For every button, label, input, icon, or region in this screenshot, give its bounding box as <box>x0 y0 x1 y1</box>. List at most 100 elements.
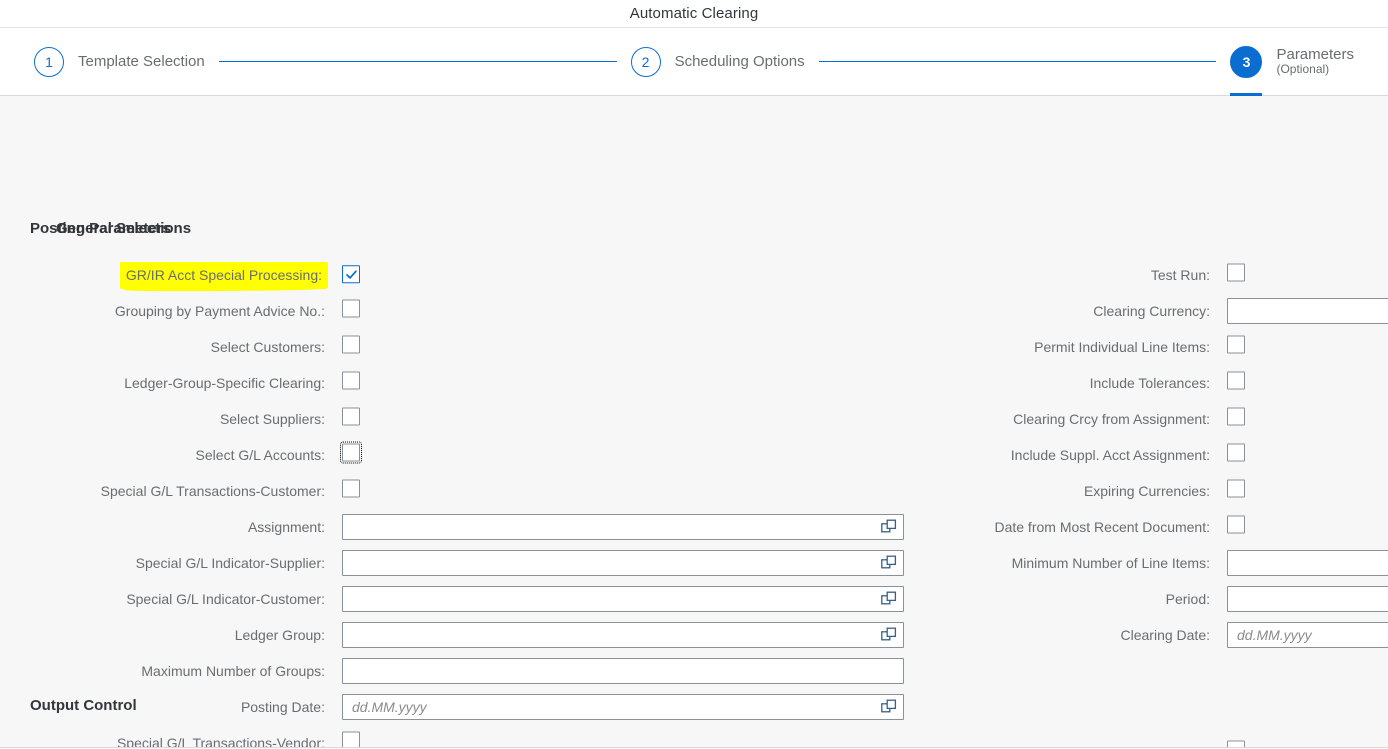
wizard-step-3-label: Parameters (Optional) <box>1276 46 1354 77</box>
checkbox-grouping-by-payment-advice-no[interactable] <box>342 299 360 318</box>
input-ledger-group[interactable] <box>342 622 904 648</box>
form-row: Select G/L Accounts: <box>40 441 362 467</box>
form-row: Include Tolerances: <box>930 371 1245 395</box>
checkbox-select-customers[interactable] <box>342 335 360 354</box>
form-row: Include Suppl. Acct Assignment: <box>930 443 1245 467</box>
field-label: Clearing Date: <box>1120 627 1211 643</box>
field-label: Assignment: <box>247 519 325 535</box>
wizard-step-2-label: Scheduling Options <box>674 52 805 70</box>
checkbox-test-run[interactable] <box>1227 263 1245 282</box>
form-row: Ledger Group: <box>40 622 904 648</box>
form-row: Clearing Currency: <box>930 298 1388 324</box>
input-maximum-number-of-groups[interactable] <box>342 658 904 684</box>
checkbox-special-g-l-transactions-customer[interactable] <box>342 479 360 498</box>
checkbox-ledger-group-specific-clearing[interactable] <box>342 371 360 390</box>
checkbox-include-tolerances[interactable] <box>1227 371 1245 390</box>
form-row: Minimum Number of Line Items: <box>930 550 1388 576</box>
field-label: Period: <box>1165 591 1210 607</box>
wizard-connector-2-3 <box>818 61 1217 62</box>
field-label: Include Suppl. Acct Assignment: <box>1010 447 1210 463</box>
checkmark-icon <box>345 269 357 279</box>
value-help-icon[interactable] <box>881 699 897 715</box>
field-label: Select Suppliers: <box>219 411 325 427</box>
highlight-marker: GR/IR Acct Special Processing: <box>119 262 329 289</box>
field-label: Special G/L Indicator-Customer: <box>126 591 325 607</box>
field-label: Test Run: <box>1150 267 1210 283</box>
wizard-step-3[interactable]: 3 Parameters (Optional) <box>1230 28 1388 96</box>
placeholder-text: dd.MM.yyyy <box>1237 627 1312 643</box>
field-label: Special G/L Indicator-Supplier: <box>135 555 325 571</box>
wizard-step-1-number: 1 <box>34 46 64 77</box>
wizard-step-3-title: Parameters <box>1276 45 1354 63</box>
field-label: GR/IR Acct Special Processing: <box>40 262 329 289</box>
form-row: Permit Individual Line Items: <box>930 335 1245 359</box>
field-label: Select Customers: <box>210 339 325 355</box>
form-row: Expiring Currencies: <box>930 479 1245 503</box>
parameters-form-content: General Selections Posting Parameters Ou… <box>0 96 1388 748</box>
form-row: Test Run: <box>930 263 1245 287</box>
wizard-step-1[interactable]: 1 Template Selection <box>34 28 205 95</box>
checkbox-gr-ir-acct-special-processing[interactable] <box>342 265 360 284</box>
field-label: Permit Individual Line Items: <box>1034 339 1210 355</box>
value-help-icon[interactable] <box>881 627 897 643</box>
field-label: Special G/L Transactions-Vendor: <box>116 735 325 748</box>
wizard-step-2[interactable]: 2 Scheduling Options <box>630 28 805 95</box>
field-label: Expiring Currencies: <box>1083 483 1210 499</box>
field-label: Posting Date: <box>240 699 325 715</box>
checkbox-special-g-l-transactions-vendor[interactable] <box>342 731 360 748</box>
wizard-progress-navigator: 1 Template Selection 2 Scheduling Option… <box>0 27 1388 96</box>
form-row: Select Customers: <box>40 335 360 359</box>
placeholder-text: dd.MM.yyyy <box>352 699 427 715</box>
checkbox-date-from-most-recent-document[interactable] <box>1227 515 1245 534</box>
form-row: Special G/L Indicator-Customer: <box>40 586 904 612</box>
input-assignment[interactable] <box>342 514 904 540</box>
value-help-icon[interactable] <box>881 519 897 535</box>
field-label: Clearing Currency: <box>1093 303 1210 319</box>
input-minimum-number-of-line-items[interactable] <box>1227 550 1388 576</box>
field-label: Date from Most Recent Document: <box>994 519 1210 535</box>
field-label: Ledger-Group-Specific Clearing: <box>124 375 325 391</box>
form-row: Date from Most Recent Document: <box>930 515 1245 539</box>
checkbox-include-suppl-acct-assignment[interactable] <box>1227 443 1245 462</box>
input-special-g-l-indicator-supplier[interactable] <box>342 550 904 576</box>
wizard-step-3-sublabel: (Optional) <box>1276 62 1330 77</box>
input-posting-date[interactable]: dd.MM.yyyy <box>342 694 904 720</box>
field-label: Maximum Number of Groups: <box>141 663 325 679</box>
input-period[interactable] <box>1227 586 1388 612</box>
field-label: Minimum Number of Line Items: <box>1011 555 1210 571</box>
checkbox-select-g-l-accounts[interactable] <box>340 441 362 464</box>
form-row: Special G/L Transactions-Vendor: <box>40 731 360 748</box>
form-row: Assignment: <box>40 514 904 540</box>
form-row: GR/IR Acct Special Processing: <box>40 262 360 289</box>
page-title: Automatic Clearing <box>629 5 759 22</box>
field-label: Ledger Group: <box>234 627 325 643</box>
field-label: Select G/L Accounts: <box>195 447 325 463</box>
form-row: Period: <box>930 586 1388 612</box>
wizard-connector-1-2 <box>218 61 617 62</box>
content-bottom-divider <box>0 747 1388 748</box>
form-row: Clearing Date: dd.MM.yyyy <box>930 622 1388 648</box>
field-label: Special G/L Transactions-Customer: <box>100 483 325 499</box>
checkbox-select-suppliers[interactable] <box>342 407 360 426</box>
field-label: Clearing Crcy from Assignment: <box>1013 411 1210 427</box>
posting-parameters-title: Posting Parameters <box>30 220 171 237</box>
form-row: Clearing Crcy from Assignment: <box>930 407 1245 431</box>
input-clearing-date[interactable]: dd.MM.yyyy <box>1227 622 1388 648</box>
field-label: Include Tolerances: <box>1089 375 1210 391</box>
value-help-icon[interactable] <box>881 555 897 571</box>
checkbox-permit-individual-line-items[interactable] <box>1227 335 1245 354</box>
field-label: Grouping by Payment Advice No.: <box>114 303 325 319</box>
input-clearing-currency[interactable] <box>1227 298 1388 324</box>
form-row: Special G/L Transactions-Customer: <box>40 479 360 503</box>
checkbox-clearing-crcy-from-assignment[interactable] <box>1227 407 1245 426</box>
value-help-icon[interactable] <box>881 591 897 607</box>
app-shell-header: Automatic Clearing <box>0 0 1388 27</box>
form-row: Ledger-Group-Specific Clearing: <box>40 371 360 395</box>
form-row: Special G/L Indicator-Supplier: <box>40 550 904 576</box>
form-row: Posting Date: dd.MM.yyyy <box>40 694 904 720</box>
form-row: Maximum Number of Groups: <box>40 658 904 684</box>
input-special-g-l-indicator-customer[interactable] <box>342 586 904 612</box>
form-row: Grouping by Payment Advice No.: <box>40 299 360 323</box>
checkbox-expiring-currencies[interactable] <box>1227 479 1245 498</box>
wizard-step-2-number: 2 <box>630 46 661 77</box>
